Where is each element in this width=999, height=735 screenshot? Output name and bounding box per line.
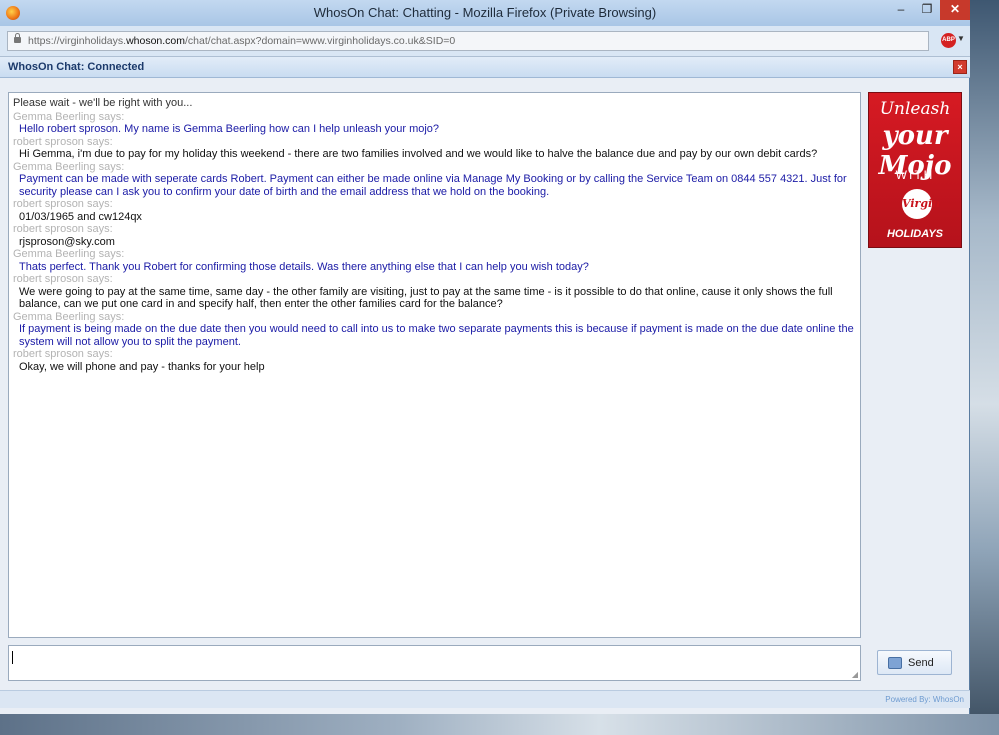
sender-label: Gemma Beerling says:: [13, 248, 125, 260]
sender-label: Gemma Beerling says:: [13, 160, 125, 173]
desktop-background-bottom: [0, 714, 999, 735]
agent-message: Payment can be made with seperate cards …: [19, 173, 847, 198]
resize-grip-icon[interactable]: ◢: [852, 670, 858, 679]
close-window-button[interactable]: ✕: [940, 0, 970, 20]
sender-label: robert sproson says:: [13, 223, 113, 235]
browser-window: WhosOn Chat: Chatting - Mozilla Firefox …: [0, 0, 970, 714]
visitor-message: Okay, we will phone and pay - thanks for…: [19, 360, 265, 373]
chevron-down-icon[interactable]: ▼: [957, 34, 965, 43]
adblock-icon[interactable]: ABP: [941, 33, 956, 48]
minimize-button[interactable]: –: [888, 0, 914, 20]
sender-label: robert sproson says:: [13, 273, 113, 285]
chat-transcript[interactable]: Please wait - we'll be right with you...…: [8, 92, 861, 638]
sender-label: Gemma Beerling says:: [13, 110, 125, 123]
sender-label: robert sproson says:: [13, 198, 113, 210]
ad-headline: Unleash: [879, 99, 951, 119]
agent-message: Thats perfect. Thank you Robert for conf…: [19, 260, 589, 273]
maximize-button[interactable]: ❐: [914, 0, 940, 20]
virgin-holidays-ad-banner[interactable]: Unleash your Mojo WITH Virgin HOLIDAYS: [868, 92, 962, 248]
chat-footer: Powered By: WhosOn: [0, 690, 970, 708]
window-title: WhosOn Chat: Chatting - Mozilla Firefox …: [313, 5, 657, 20]
visitor-message: 01/03/1965 and cw124qx: [19, 210, 142, 223]
title-bar[interactable]: WhosOn Chat: Chatting - Mozilla Firefox …: [0, 0, 970, 26]
visitor-message: Hi Gemma, i'm due to pay for my holiday …: [19, 148, 818, 160]
send-button[interactable]: Send: [877, 650, 952, 675]
send-icon: [888, 657, 902, 669]
sender-label: robert sproson says:: [13, 348, 113, 360]
visitor-message: We were going to pay at the same time, s…: [19, 285, 833, 311]
ad-brand-text: HOLIDAYS: [886, 228, 944, 240]
message-input[interactable]: ◢: [8, 645, 861, 681]
lock-icon: [14, 33, 21, 43]
system-message: Please wait - we'll be right with you...: [13, 97, 193, 109]
visitor-message: rjsproson@sky.com: [19, 235, 115, 248]
sender-label: robert sproson says:: [13, 135, 113, 148]
navigation-bar: https://virginholidays.whoson.com/chat/c…: [0, 26, 970, 57]
powered-by-link[interactable]: Powered By: WhosOn: [885, 695, 964, 704]
ad-with-text: WITH: [895, 168, 935, 182]
sender-label: Gemma Beerling says:: [13, 310, 125, 323]
url-text: https://virginholidays.whoson.com/chat/c…: [28, 35, 456, 47]
close-chat-button[interactable]: ×: [953, 60, 967, 74]
text-cursor: [12, 651, 13, 664]
agent-message: If payment is being made on the due date…: [19, 323, 854, 348]
desktop-background: [970, 0, 999, 735]
chat-header: WhosOn Chat: Connected ×: [0, 57, 970, 78]
virgin-logo-icon: Virgin: [902, 189, 940, 219]
send-label: Send: [908, 657, 934, 669]
agent-message: Hello robert sproson. My name is Gemma B…: [19, 123, 440, 135]
url-field[interactable]: https://virginholidays.whoson.com/chat/c…: [7, 31, 929, 51]
chat-status-title: WhosOn Chat: Connected: [8, 61, 145, 73]
